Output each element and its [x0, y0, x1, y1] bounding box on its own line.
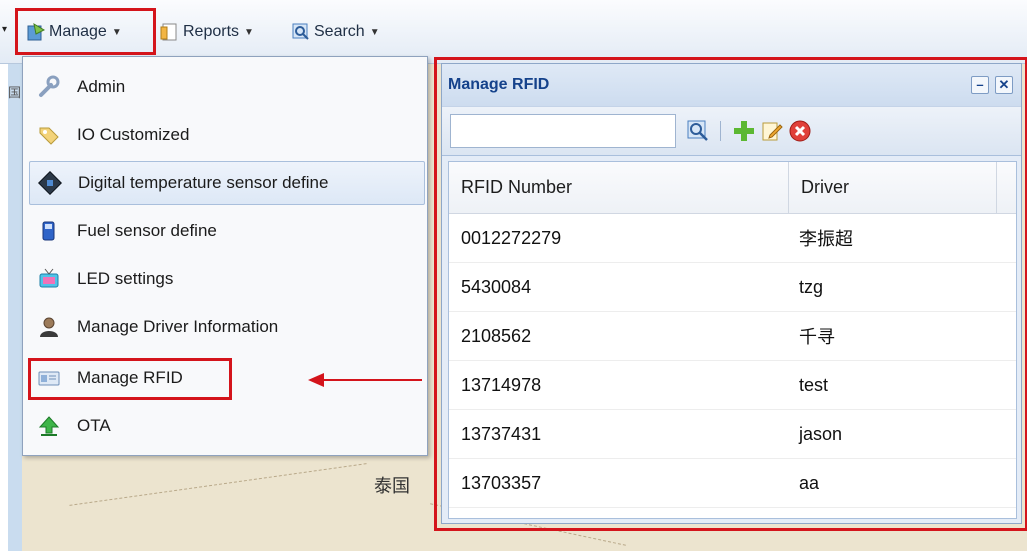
- menu-item-led-settings[interactable]: LED settings: [29, 257, 425, 301]
- chevron-down-icon: ▼: [244, 26, 254, 38]
- menu-item-label: Fuel sensor define: [77, 221, 217, 240]
- overflow-caret-icon[interactable]: ▾: [2, 24, 7, 35]
- chevron-down-icon: ▼: [369, 26, 380, 38]
- report-icon: [160, 22, 180, 42]
- fuel-pump-icon: [37, 219, 61, 243]
- search-label: Search: [314, 23, 365, 40]
- map-label-guo: 国: [8, 86, 22, 101]
- arrow-line: [322, 379, 422, 381]
- map-label-thailand: 泰国: [374, 476, 410, 497]
- tv-icon: [37, 267, 61, 291]
- upload-arrow-icon: [37, 414, 61, 438]
- menu-item-label: LED settings: [77, 269, 174, 288]
- menu-item-label: Manage Driver Information: [77, 317, 279, 336]
- menu-item-label: OTA: [77, 416, 111, 435]
- sensor-chip-icon: [38, 171, 62, 195]
- search-menu-button[interactable]: Search ▼: [291, 18, 380, 46]
- highlight-window-box: [434, 57, 1027, 531]
- menu-item-label: Digital temperature sensor define: [78, 173, 329, 192]
- menu-item-admin[interactable]: Admin: [29, 65, 425, 109]
- reports-menu-button[interactable]: Reports ▼: [160, 18, 254, 46]
- highlight-manage-box: [15, 8, 156, 55]
- menu-item-label: IO Customized: [77, 125, 190, 144]
- menu-item-ota[interactable]: OTA: [29, 404, 425, 448]
- menu-item-io-customized[interactable]: IO Customized: [29, 113, 425, 157]
- reports-label: Reports: [183, 23, 240, 40]
- wrench-icon: [37, 75, 61, 99]
- menu-item-digital-temperature-sensor[interactable]: Digital temperature sensor define: [29, 161, 425, 205]
- highlight-manage-rfid-box: [28, 358, 232, 400]
- tag-icon: [37, 123, 61, 147]
- menu-item-manage-driver-information[interactable]: Manage Driver Information: [29, 305, 425, 349]
- menu-item-fuel-sensor[interactable]: Fuel sensor define: [29, 209, 425, 253]
- search-icon: [291, 22, 311, 42]
- map-road: [69, 463, 367, 506]
- map-water: [8, 64, 22, 551]
- menu-item-label: Admin: [77, 77, 126, 96]
- driver-icon: [37, 315, 61, 339]
